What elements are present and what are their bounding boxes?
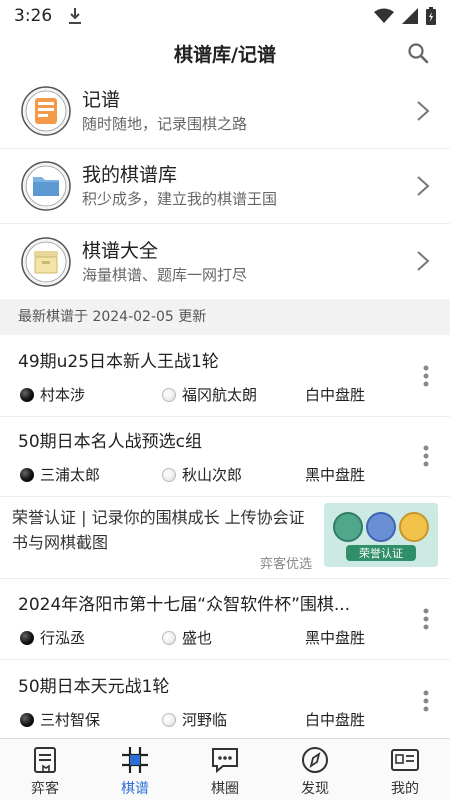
white-player: 河野临 xyxy=(162,709,227,730)
black-stone-icon xyxy=(20,387,34,402)
menu-title: 我的棋谱库 xyxy=(82,164,178,186)
black-player: 村本涉 xyxy=(20,384,85,405)
tab-label: 棋谱 xyxy=(121,781,149,797)
notepad-icon xyxy=(21,86,71,136)
search-icon[interactable] xyxy=(406,41,430,65)
game-result: 黑中盘胜 xyxy=(305,466,366,484)
ad-source: 弈客优选 xyxy=(259,557,312,572)
tab-yike[interactable]: 弈客 xyxy=(0,739,90,800)
menu-subtitle: 积少成多，建立我的棋谱王国 xyxy=(82,190,278,208)
menu-item-record[interactable]: 记谱 随时随地，记录围棋之路 xyxy=(0,74,450,149)
book-icon xyxy=(34,747,56,773)
game-row[interactable]: 50期日本天元战1轮 三村智保 河野临 白中盘胜 xyxy=(0,660,450,738)
game-result: 白中盘胜 xyxy=(305,386,366,404)
menu-list: 记谱 随时随地，记录围棋之路 我的棋谱库 积少成多，建立我的棋谱王国 棋谱大全 … xyxy=(0,74,450,299)
menu-title: 棋谱大全 xyxy=(82,239,159,262)
ad-text: 荣誉认证 | 记录你的围棋成长 上传协会证书与网棋截图 xyxy=(12,508,305,552)
black-stone-icon xyxy=(20,630,34,645)
tab-discover[interactable]: 发现 xyxy=(270,739,360,800)
white-stone-icon xyxy=(162,467,176,482)
more-vertical-icon[interactable] xyxy=(422,608,430,630)
white-stone-icon xyxy=(162,387,176,402)
chevron-right-icon xyxy=(417,251,430,271)
white-stone-icon xyxy=(162,712,176,727)
chevron-right-icon xyxy=(417,101,430,121)
white-stone-icon xyxy=(162,630,176,645)
tab-label: 弈客 xyxy=(31,781,59,797)
more-vertical-icon[interactable] xyxy=(422,690,430,712)
white-player: 福冈航太朗 xyxy=(162,384,257,405)
chat-icon xyxy=(212,748,238,774)
black-stone-icon xyxy=(20,467,34,482)
menu-subtitle: 海量棋谱、题库一网打尽 xyxy=(82,265,248,284)
status-icons xyxy=(374,7,436,25)
wifi-icon xyxy=(374,8,394,23)
ad-banner[interactable]: 荣誉认证 | 记录你的围棋成长 上传协会证书与网棋截图 弈客优选 荣誉认证 xyxy=(0,497,450,579)
tab-qipu[interactable]: 棋谱 xyxy=(90,739,180,800)
section-header: 最新棋谱于 2024-02-05 更新 xyxy=(0,299,450,335)
game-title: 2024年洛阳市第十七届“众智软件杯”围棋... xyxy=(18,595,351,615)
game-result: 白中盘胜 xyxy=(305,711,366,729)
medal-icon: 荣誉认证 xyxy=(324,503,438,567)
tab-label: 我的 xyxy=(391,781,419,797)
game-row[interactable]: 2024年洛阳市第十七届“众智软件杯”围棋... 行泓丞 盛也 黑中盘胜 xyxy=(0,578,450,660)
tab-mine[interactable]: 我的 xyxy=(360,739,450,800)
more-vertical-icon[interactable] xyxy=(422,365,430,387)
status-time: 3:26 xyxy=(14,6,53,26)
tab-label: 棋圈 xyxy=(211,781,239,797)
black-player: 三村智保 xyxy=(20,709,100,730)
tab-label: 发现 xyxy=(301,781,329,797)
archive-box-icon xyxy=(21,236,71,287)
page-title: 棋谱库/记谱 xyxy=(174,43,276,66)
tab-qiquan[interactable]: 棋圈 xyxy=(180,739,270,800)
game-row[interactable]: 50期日本名人战预选c组 三浦太郎 秋山次郎 黑中盘胜 xyxy=(0,415,450,497)
game-title: 50期日本名人战预选c组 xyxy=(18,432,202,452)
download-icon xyxy=(69,8,82,24)
black-player: 三浦太郎 xyxy=(20,464,100,485)
menu-subtitle: 随时随地，记录围棋之路 xyxy=(82,115,248,133)
chevron-right-icon xyxy=(417,176,430,196)
signal-icon xyxy=(402,8,418,24)
black-player: 行泓丞 xyxy=(20,627,85,648)
more-vertical-icon[interactable] xyxy=(422,445,430,467)
white-player: 秋山次郎 xyxy=(162,464,242,485)
status-bar: 3:26 xyxy=(0,0,450,32)
menu-item-my-library[interactable]: 我的棋谱库 积少成多，建立我的棋谱王国 xyxy=(0,149,450,224)
compass-icon xyxy=(302,747,328,773)
bottom-tab-bar: 弈客 棋谱 棋圈 发现 我的 xyxy=(0,738,450,800)
battery-icon xyxy=(426,7,436,25)
game-title: 49期u25日本新人王战1轮 xyxy=(18,352,219,372)
black-stone-icon xyxy=(20,712,34,727)
menu-title: 记谱 xyxy=(82,89,121,111)
game-title: 50期日本天元战1轮 xyxy=(18,677,170,697)
board-icon xyxy=(122,747,148,773)
game-result: 黑中盘胜 xyxy=(305,629,366,647)
id-card-icon xyxy=(391,749,419,771)
app-header: 棋谱库/记谱 xyxy=(0,32,450,74)
white-player: 盛也 xyxy=(162,627,212,648)
ad-image: 荣誉认证 xyxy=(324,503,438,567)
svg-text:荣誉认证: 荣誉认证 xyxy=(359,546,403,560)
game-row[interactable]: 49期u25日本新人王战1轮 村本涉 福冈航太朗 白中盘胜 xyxy=(0,335,450,417)
menu-item-collection[interactable]: 棋谱大全 海量棋谱、题库一网打尽 xyxy=(0,224,450,299)
folder-icon xyxy=(21,161,71,211)
